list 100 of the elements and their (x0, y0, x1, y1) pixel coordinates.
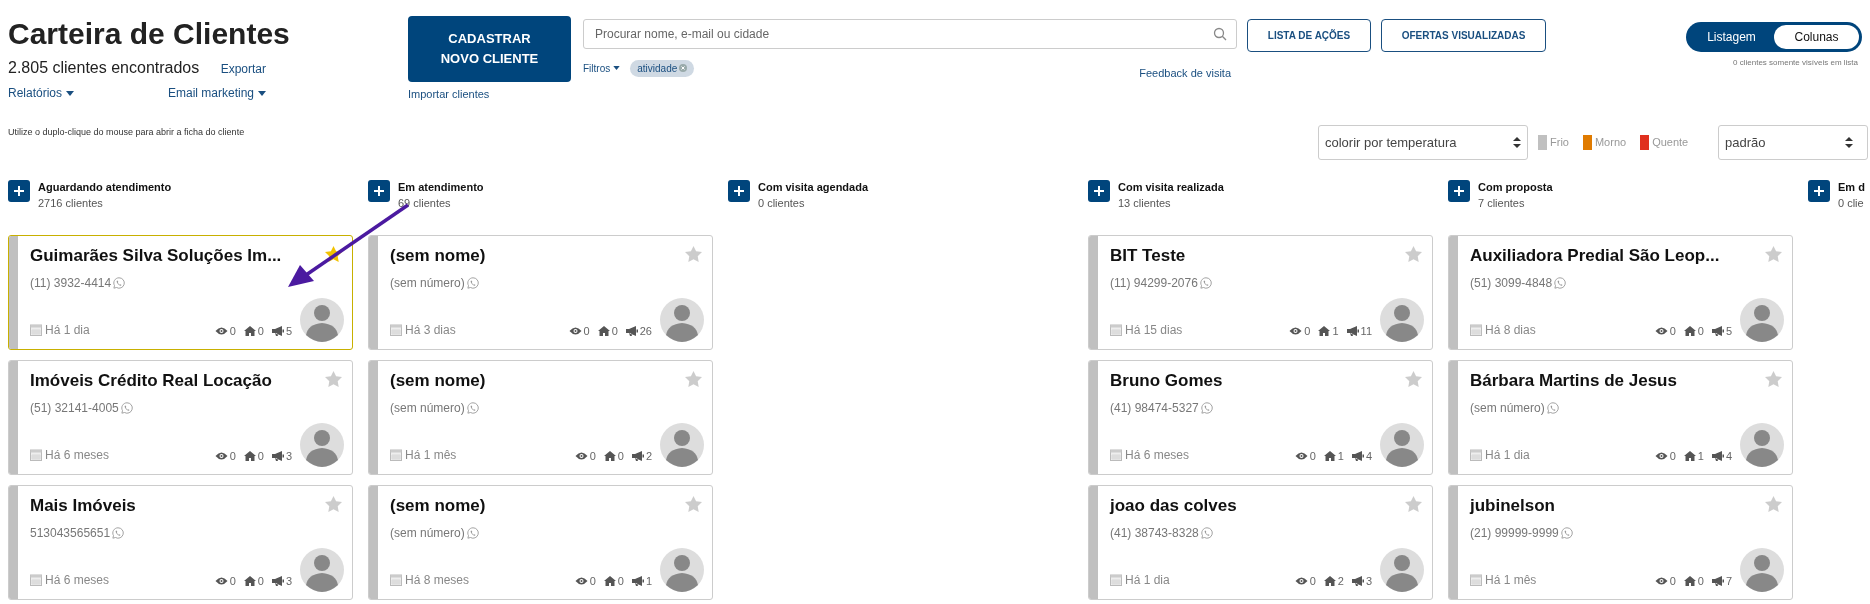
offers-count: 5 (1725, 323, 1732, 339)
calendar-icon (1110, 574, 1122, 586)
reports-menu[interactable]: Relatórios (8, 84, 75, 102)
action-button[interactable]: LISTA DE AÇÕES (1247, 19, 1371, 52)
column-title: Com visita agendada (758, 180, 869, 195)
calendar-icon (1470, 449, 1482, 461)
visits-count: 1 (1332, 323, 1339, 339)
whatsapp-icon (466, 277, 479, 289)
avatar-icon (300, 423, 344, 467)
view-tab[interactable]: Colunas (1774, 25, 1859, 49)
visits-count: 1 (1697, 448, 1704, 464)
calendar-icon (30, 574, 42, 586)
offers-count: 7 (1725, 573, 1732, 589)
client-card[interactable]: jubinelson (21) 99999-9999 Há 1 mês 0 0 7 (1448, 485, 1793, 600)
offers-count: 2 (645, 448, 652, 464)
views-count: 0 (1309, 448, 1316, 464)
eye-icon (1654, 326, 1668, 335)
last-contact: Há 8 meses (405, 572, 470, 589)
import-link[interactable]: Importar clientes (408, 86, 571, 103)
calendar-icon (30, 324, 42, 336)
feedback-link[interactable]: Feedback de visita (1139, 65, 1231, 82)
views-count: 0 (1669, 573, 1676, 589)
visits-count: 0 (611, 323, 618, 339)
client-phone: (11) 94299-2076 (1110, 275, 1198, 292)
house-icon (1323, 575, 1336, 586)
views-count: 0 (1309, 573, 1316, 589)
views-count: 0 (1304, 323, 1311, 339)
house-icon (1318, 325, 1331, 336)
client-card[interactable]: Bruno Gomes (41) 98474-5327 Há 6 meses 0 1 4 (1088, 360, 1433, 475)
last-contact: Há 1 mês (1485, 572, 1537, 589)
column-title: Aguardando atendimento (38, 180, 172, 195)
client-card[interactable]: Auxiliadora Predial São Leop... (51) 3099-4848 Há 8 dias 0 0 5 (1448, 235, 1793, 350)
add-button[interactable] (8, 180, 30, 202)
megaphone-icon (271, 450, 284, 461)
megaphone-icon (271, 325, 284, 336)
client-phone: (sem número) (1470, 400, 1545, 417)
avatar-icon (660, 423, 704, 467)
whatsapp-icon (120, 402, 133, 414)
client-card[interactable]: BIT Teste (11) 94299-2076 Há 15 dias 0 1 11 (1088, 235, 1433, 350)
last-contact: Há 6 meses (45, 572, 110, 589)
last-contact: Há 6 meses (45, 447, 110, 464)
caret-icon (258, 90, 266, 96)
offers-count: 1 (645, 573, 652, 589)
remove-icon[interactable] (679, 64, 688, 73)
megaphone-icon (1351, 450, 1364, 461)
caret-icon (66, 90, 75, 96)
whatsapp-icon (1560, 527, 1573, 539)
whatsapp-icon (112, 527, 125, 539)
house-icon (1683, 450, 1696, 461)
sort-select[interactable]: padrão (1718, 125, 1868, 160)
calendar-icon (1470, 324, 1482, 336)
new-client-button[interactable]: CADASTRAR NOVO CLIENTE (408, 16, 571, 82)
client-card[interactable]: Imóveis Crédito Real Locação (51) 32141-4005 Há 6 meses 0 0 3 (8, 360, 353, 475)
action-button[interactable]: OFERTAS VISUALIZADAS (1381, 19, 1546, 52)
client-card[interactable]: (sem nome) (sem número) Há 1 mês 0 0 2 (368, 360, 713, 475)
plus-icon (1814, 186, 1824, 196)
client-name: (sem nome) (390, 246, 486, 266)
calendar-icon (390, 574, 402, 586)
visits-count: 0 (617, 448, 624, 464)
client-card[interactable]: joao das colves (41) 38743-8328 Há 1 dia 0 2 3 (1088, 485, 1433, 600)
client-card[interactable]: (sem nome) (sem número) Há 8 meses 0 0 1 (368, 485, 713, 600)
client-card[interactable]: Bárbara Martins de Jesus (sem número) Há 1 dia 0 1 4 (1448, 360, 1793, 475)
eye-icon (214, 326, 228, 335)
add-button[interactable] (1808, 180, 1830, 202)
eye-icon (214, 451, 228, 460)
column-title: Com visita realizada (1118, 180, 1224, 195)
column-count: 13 clientes (1118, 196, 1172, 211)
search-field[interactable]: Procurar nome, e-mail ou cidade (583, 19, 1237, 49)
offers-count: 5 (285, 323, 292, 339)
add-button[interactable] (1448, 180, 1470, 202)
sort-arrows-icon (1845, 137, 1853, 148)
add-button[interactable] (368, 180, 390, 202)
color-by-select[interactable]: colorir por temperatura (1318, 125, 1528, 160)
client-card[interactable]: Mais Imóveis 513043565651 Há 6 meses 0 0 3 (8, 485, 353, 600)
visits-count: 0 (257, 323, 264, 339)
avatar-icon (1380, 298, 1424, 342)
megaphone-icon (1711, 325, 1724, 336)
avatar-icon (300, 298, 344, 342)
megaphone-icon (631, 575, 644, 586)
export-link[interactable]: Exportar (220, 60, 266, 78)
client-card[interactable]: (sem nome) (sem número) Há 3 dias 0 0 26 (368, 235, 713, 350)
offers-count: 11 (1360, 323, 1372, 339)
add-button[interactable] (728, 180, 750, 202)
avatar-icon (300, 548, 344, 592)
email-marketing-menu[interactable]: Email marketing (167, 84, 266, 102)
view-tab[interactable]: Listagem (1689, 25, 1774, 49)
add-button[interactable] (1088, 180, 1110, 202)
filters-menu[interactable]: Filtros (583, 60, 621, 76)
plus-icon (1454, 186, 1464, 196)
search-icon (1213, 27, 1227, 41)
megaphone-icon (1346, 325, 1359, 336)
eye-icon (1294, 576, 1308, 585)
client-card[interactable]: Guimarães Silva Soluções Im... (11) 3932-4414 Há 1 dia 0 0 5 (8, 235, 353, 350)
client-phone: (sem número) (390, 525, 465, 542)
column-count: 0 clientes (758, 196, 806, 211)
calendar-icon (1470, 574, 1482, 586)
filter-tag[interactable]: atividade (630, 59, 695, 77)
plus-icon (1094, 186, 1104, 196)
client-name: Bruno Gomes (1110, 371, 1223, 391)
views-count: 0 (1669, 323, 1676, 339)
